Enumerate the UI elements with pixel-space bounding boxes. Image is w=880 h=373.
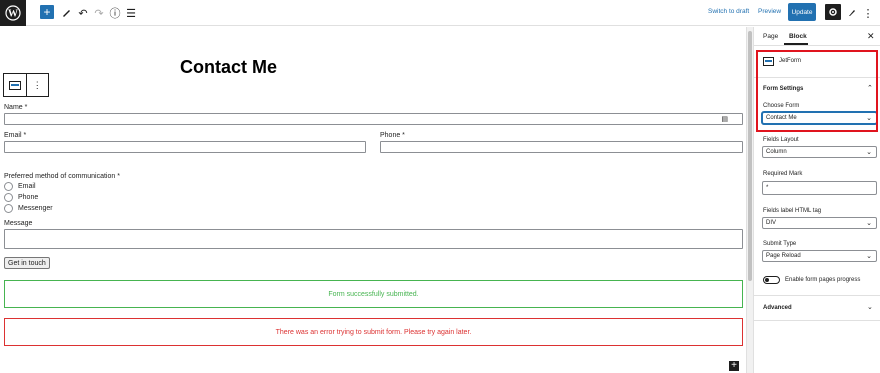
radio-label: Phone bbox=[18, 194, 39, 201]
update-button[interactable]: Update bbox=[788, 3, 816, 21]
divider bbox=[754, 320, 880, 321]
radio-option-email[interactable]: Email bbox=[4, 182, 36, 191]
radio-label: Email bbox=[18, 183, 36, 190]
radio-option-messenger[interactable]: Messenger bbox=[4, 204, 53, 213]
chevron-down-icon[interactable]: ⌄ bbox=[867, 303, 873, 311]
name-label: Name * bbox=[4, 104, 28, 111]
radio-button[interactable] bbox=[4, 182, 13, 191]
info-icon[interactable]: ⓘ bbox=[107, 5, 123, 21]
fields-layout-select[interactable]: Column ⌄ bbox=[762, 146, 877, 158]
more-options-icon[interactable]: ⋮ bbox=[860, 5, 876, 21]
undo-icon[interactable]: ↶ bbox=[75, 5, 91, 21]
radio-label: Messenger bbox=[18, 205, 53, 212]
message-textarea[interactable] bbox=[4, 229, 743, 249]
chevron-down-icon: ⌄ bbox=[866, 253, 872, 260]
editor-top-toolbar: W + ↶ ↷ ⓘ ☰ Switch to draft Preview Upda… bbox=[0, 0, 880, 26]
settings-gear-icon[interactable] bbox=[825, 4, 841, 20]
required-mark-label: Required Mark bbox=[763, 171, 803, 177]
success-message: Form successfully submitted. bbox=[4, 280, 743, 308]
preferred-method-label: Preferred method of communication * bbox=[4, 173, 120, 180]
enable-progress-toggle[interactable] bbox=[763, 276, 780, 284]
scrollbar-thumb[interactable] bbox=[748, 31, 752, 281]
redo-icon[interactable]: ↷ bbox=[91, 5, 107, 21]
divider bbox=[754, 295, 880, 296]
wordpress-logo-icon[interactable]: W bbox=[0, 0, 26, 26]
radio-button[interactable] bbox=[4, 193, 13, 202]
submit-button[interactable]: Get in touch bbox=[4, 257, 50, 269]
add-block-icon[interactable]: + bbox=[40, 5, 54, 19]
fields-label-tag-label: Fields label HTML tag bbox=[763, 208, 822, 214]
enable-progress-label: Enable form pages progress bbox=[785, 277, 861, 283]
list-view-icon[interactable]: ☰ bbox=[123, 5, 139, 21]
close-icon[interactable]: ✕ bbox=[867, 31, 875, 42]
block-toolbar: ⋮ bbox=[3, 73, 49, 97]
required-mark-input[interactable]: * bbox=[762, 181, 877, 195]
switch-to-draft-link[interactable]: Switch to draft bbox=[708, 8, 749, 15]
phone-field[interactable] bbox=[380, 141, 743, 153]
settings-sidebar: Page Block ✕ JetForm Form Settings ⌃ Cho… bbox=[753, 27, 880, 373]
preview-link[interactable]: Preview bbox=[758, 8, 781, 15]
fields-label-tag-value: DIV bbox=[766, 220, 777, 226]
block-more-options-icon[interactable]: ⋮ bbox=[25, 74, 49, 96]
submit-type-value: Page Reload bbox=[766, 253, 801, 259]
phone-label: Phone * bbox=[380, 132, 405, 139]
tab-block[interactable]: Block bbox=[789, 33, 807, 40]
advanced-panel-title[interactable]: Advanced bbox=[763, 305, 792, 311]
fields-layout-label: Fields Layout bbox=[763, 137, 799, 143]
email-label: Email * bbox=[4, 132, 27, 139]
fields-label-tag-select[interactable]: DIV ⌄ bbox=[762, 217, 877, 229]
email-field[interactable] bbox=[4, 141, 366, 153]
tab-page[interactable]: Page bbox=[763, 33, 778, 40]
jetform-block-icon[interactable] bbox=[4, 74, 26, 96]
divider bbox=[754, 45, 880, 46]
editor-canvas: Contact Me ⋮ Name * ▤ Email * Phone * Pr… bbox=[0, 27, 752, 373]
radio-option-phone[interactable]: Phone bbox=[4, 193, 38, 202]
fields-layout-value: Column bbox=[766, 149, 787, 155]
message-label: Message bbox=[4, 220, 33, 227]
highlight-box bbox=[756, 50, 878, 132]
editor-scrollbar[interactable] bbox=[746, 27, 753, 373]
chevron-down-icon: ⌄ bbox=[866, 220, 872, 227]
block-inserter-icon[interactable]: + bbox=[729, 361, 739, 371]
contact-card-icon: ▤ bbox=[721, 116, 728, 123]
submit-type-select[interactable]: Page Reload ⌄ bbox=[762, 250, 877, 262]
name-field[interactable]: ▤ bbox=[4, 113, 743, 125]
chevron-down-icon: ⌄ bbox=[866, 149, 872, 156]
radio-button[interactable] bbox=[4, 204, 13, 213]
pencil-tools-icon[interactable] bbox=[58, 5, 74, 21]
plugin-brush-icon[interactable] bbox=[844, 5, 860, 21]
error-message: There was an error trying to submit form… bbox=[4, 318, 743, 346]
svg-text:W: W bbox=[8, 9, 18, 20]
page-title[interactable]: Contact Me bbox=[180, 57, 277, 78]
submit-type-label: Submit Type bbox=[763, 241, 797, 247]
